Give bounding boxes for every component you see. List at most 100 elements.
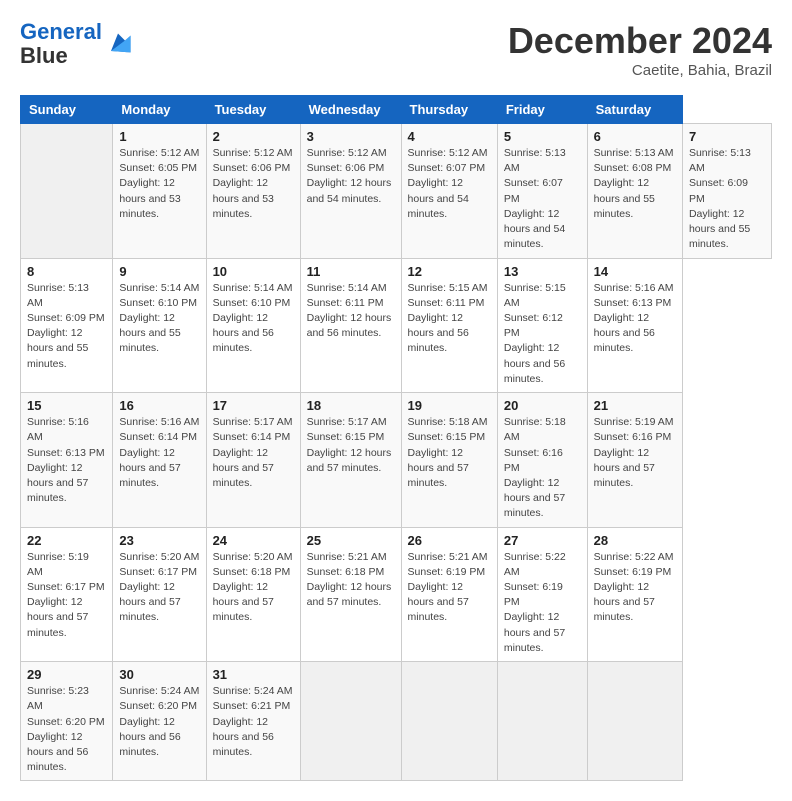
calendar-cell: 20 Sunrise: 5:18 AMSunset: 6:16 PMDayligh… [497,393,587,528]
calendar-cell: 14 Sunrise: 5:16 AMSunset: 6:13 PMDayligh… [587,258,682,393]
day-detail: Sunrise: 5:16 AMSunset: 6:13 PMDaylight:… [594,281,676,357]
calendar-cell [587,662,682,781]
calendar-week-2: 8Sunrise: 5:13 AMSunset: 6:09 PMDaylight… [21,258,772,393]
day-number: 16 [119,398,199,413]
calendar-week-3: 15 Sunrise: 5:16 AMSunset: 6:13 PMDayligh… [21,393,772,528]
calendar-cell: 22Sunrise: 5:19 AMSunset: 6:17 PMDayligh… [21,527,113,662]
calendar-cell: 4 Sunrise: 5:12 AMSunset: 6:07 PMDaylight… [401,124,497,259]
month-title: December 2024 [508,20,772,62]
calendar-table: SundayMondayTuesdayWednesdayThursdayFrid… [20,95,772,781]
calendar-cell: 11 Sunrise: 5:14 AMSunset: 6:11 PMDayligh… [300,258,401,393]
calendar-cell: 7Sunrise: 5:13 AMSunset: 6:09 PMDaylight… [682,124,771,259]
day-detail: Sunrise: 5:12 AMSunset: 6:07 PMDaylight:… [408,146,491,222]
day-detail: Sunrise: 5:17 AMSunset: 6:14 PMDaylight:… [213,415,294,491]
day-number: 26 [408,533,491,548]
header-friday: Friday [497,96,587,124]
title-block: December 2024 Caetite, Bahia, Brazil [508,20,772,79]
calendar-cell: 12Sunrise: 5:15 AMSunset: 6:11 PMDayligh… [401,258,497,393]
calendar-cell: 13 Sunrise: 5:15 AMSunset: 6:12 PMDayligh… [497,258,587,393]
calendar-cell: 28 Sunrise: 5:22 AMSunset: 6:19 PMDayligh… [587,527,682,662]
calendar-cell: 3 Sunrise: 5:12 AMSunset: 6:06 PMDaylight… [300,124,401,259]
day-detail: Sunrise: 5:24 AMSunset: 6:20 PMDaylight:… [119,684,199,760]
day-detail: Sunrise: 5:13 AMSunset: 6:08 PMDaylight:… [594,146,676,222]
calendar-cell: 16 Sunrise: 5:16 AMSunset: 6:14 PMDayligh… [113,393,206,528]
calendar-cell: 29 Sunrise: 5:23 AMSunset: 6:20 PMDayligh… [21,662,113,781]
calendar-cell: 24Sunrise: 5:20 AMSunset: 6:18 PMDayligh… [206,527,300,662]
calendar-week-5: 29 Sunrise: 5:23 AMSunset: 6:20 PMDayligh… [21,662,772,781]
day-number: 15 [27,398,106,413]
logo: GeneralBlue [20,20,132,68]
day-detail: Sunrise: 5:14 AMSunset: 6:10 PMDaylight:… [213,281,294,357]
day-number: 8 [27,264,106,279]
day-number: 3 [307,129,395,144]
day-detail: Sunrise: 5:18 AMSunset: 6:15 PMDaylight:… [408,415,491,491]
day-number: 18 [307,398,395,413]
header-saturday: Saturday [587,96,682,124]
calendar-cell: 10 Sunrise: 5:14 AMSunset: 6:10 PMDayligh… [206,258,300,393]
logo-text: GeneralBlue [20,20,102,68]
day-detail: Sunrise: 5:18 AMSunset: 6:16 PMDaylight:… [504,415,581,522]
calendar-cell: 9 Sunrise: 5:14 AMSunset: 6:10 PMDaylight… [113,258,206,393]
day-detail: Sunrise: 5:12 AMSunset: 6:06 PMDaylight:… [307,146,395,207]
day-number: 4 [408,129,491,144]
day-number: 30 [119,667,199,682]
logo-icon [104,30,132,58]
calendar-cell: 27Sunrise: 5:22 AMSunset: 6:19 PMDayligh… [497,527,587,662]
page-header: GeneralBlue December 2024 Caetite, Bahia… [20,20,772,79]
day-detail: Sunrise: 5:13 AMSunset: 6:07 PMDaylight:… [504,146,581,253]
header-thursday: Thursday [401,96,497,124]
day-number: 10 [213,264,294,279]
calendar-cell [497,662,587,781]
day-detail: Sunrise: 5:17 AMSunset: 6:15 PMDaylight:… [307,415,395,476]
day-number: 27 [504,533,581,548]
calendar-week-4: 22Sunrise: 5:19 AMSunset: 6:17 PMDayligh… [21,527,772,662]
calendar-cell: 18 Sunrise: 5:17 AMSunset: 6:15 PMDayligh… [300,393,401,528]
day-number: 14 [594,264,676,279]
day-number: 13 [504,264,581,279]
day-detail: Sunrise: 5:14 AMSunset: 6:11 PMDaylight:… [307,281,395,342]
calendar-cell: 23Sunrise: 5:20 AMSunset: 6:17 PMDayligh… [113,527,206,662]
calendar-cell: 17 Sunrise: 5:17 AMSunset: 6:14 PMDayligh… [206,393,300,528]
day-number: 6 [594,129,676,144]
day-number: 1 [119,129,199,144]
calendar-cell: 21Sunrise: 5:19 AMSunset: 6:16 PMDayligh… [587,393,682,528]
day-detail: Sunrise: 5:14 AMSunset: 6:10 PMDaylight:… [119,281,199,357]
calendar-week-1: 1 Sunrise: 5:12 AMSunset: 6:05 PMDaylight… [21,124,772,259]
header-wednesday: Wednesday [300,96,401,124]
day-number: 28 [594,533,676,548]
day-number: 11 [307,264,395,279]
day-number: 9 [119,264,199,279]
calendar-cell [300,662,401,781]
day-detail: Sunrise: 5:20 AMSunset: 6:17 PMDaylight:… [119,550,199,626]
day-detail: Sunrise: 5:23 AMSunset: 6:20 PMDaylight:… [27,684,106,775]
day-detail: Sunrise: 5:15 AMSunset: 6:11 PMDaylight:… [408,281,491,357]
day-number: 5 [504,129,581,144]
day-detail: Sunrise: 5:24 AMSunset: 6:21 PMDaylight:… [213,684,294,760]
day-number: 20 [504,398,581,413]
location: Caetite, Bahia, Brazil [508,62,772,79]
calendar-header-row: SundayMondayTuesdayWednesdayThursdayFrid… [21,96,772,124]
day-detail: Sunrise: 5:12 AMSunset: 6:06 PMDaylight:… [213,146,294,222]
calendar-cell: 19 Sunrise: 5:18 AMSunset: 6:15 PMDayligh… [401,393,497,528]
day-number: 29 [27,667,106,682]
day-detail: Sunrise: 5:16 AMSunset: 6:13 PMDaylight:… [27,415,106,506]
day-number: 17 [213,398,294,413]
calendar-cell: 15 Sunrise: 5:16 AMSunset: 6:13 PMDayligh… [21,393,113,528]
calendar-cell: 31 Sunrise: 5:24 AMSunset: 6:21 PMDayligh… [206,662,300,781]
day-number: 19 [408,398,491,413]
calendar-cell: 30 Sunrise: 5:24 AMSunset: 6:20 PMDayligh… [113,662,206,781]
day-detail: Sunrise: 5:20 AMSunset: 6:18 PMDaylight:… [213,550,294,626]
day-detail: Sunrise: 5:16 AMSunset: 6:14 PMDaylight:… [119,415,199,491]
calendar-cell: 26Sunrise: 5:21 AMSunset: 6:19 PMDayligh… [401,527,497,662]
day-number: 2 [213,129,294,144]
day-detail: Sunrise: 5:12 AMSunset: 6:05 PMDaylight:… [119,146,199,222]
day-number: 21 [594,398,676,413]
day-detail: Sunrise: 5:15 AMSunset: 6:12 PMDaylight:… [504,281,581,388]
day-detail: Sunrise: 5:22 AMSunset: 6:19 PMDaylight:… [594,550,676,626]
day-detail: Sunrise: 5:19 AMSunset: 6:17 PMDaylight:… [27,550,106,641]
calendar-cell [401,662,497,781]
day-number: 7 [689,129,765,144]
header-tuesday: Tuesday [206,96,300,124]
calendar-cell: 6 Sunrise: 5:13 AMSunset: 6:08 PMDaylight… [587,124,682,259]
day-number: 31 [213,667,294,682]
